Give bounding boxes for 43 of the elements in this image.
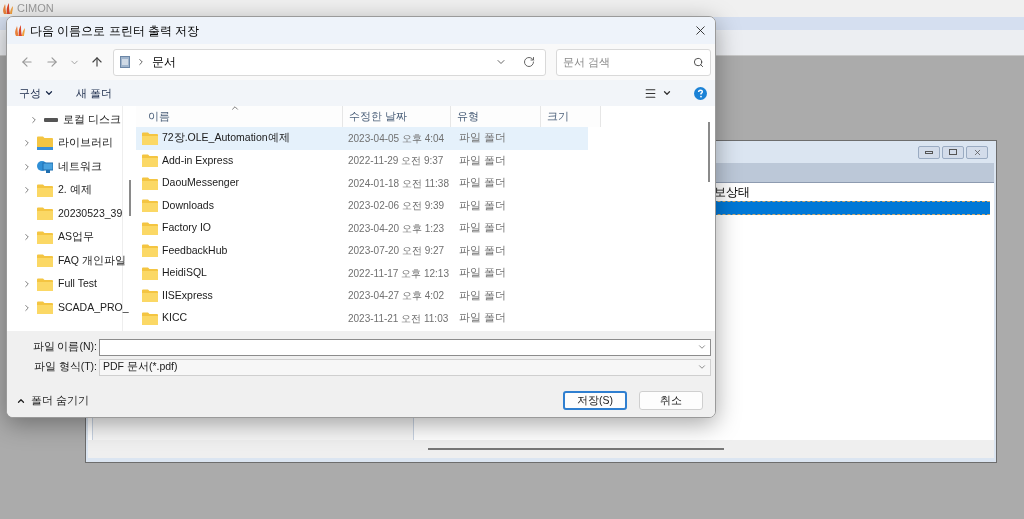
file-type: 파일 폴더 [458, 287, 507, 303]
modified-date: 2022-11-17 오후 12:13 [347, 266, 450, 281]
app-title: CIMON [17, 1, 54, 17]
file-name: FeedbackHub [162, 242, 228, 258]
file-name: Add-in Express [162, 152, 234, 168]
file-name: HeidiSQL [162, 265, 207, 281]
nav-tree-label: AS업무 [58, 229, 94, 245]
field-label: 파일 이름(N): [31, 339, 98, 355]
search-placeholder: 문서 검색 [563, 54, 612, 70]
file-name: DaouMessenger [162, 175, 240, 191]
modified-date: 2022-11-29 오전 9:37 [347, 154, 445, 169]
nav-tree-label: 라이브러리 [58, 135, 113, 151]
file-type: 파일 폴더 [458, 175, 507, 191]
file-name: Downloads [162, 197, 214, 213]
modified-date: 2023-07-20 오전 9:27 [347, 244, 446, 259]
file-type: 파일 폴더 [458, 310, 507, 326]
file-type: 파일 폴더 [458, 220, 507, 236]
modified-date: 2023-04-27 오후 4:02 [347, 289, 446, 304]
nav-tree-label: 2. 예제 [58, 182, 92, 198]
dialog-title: 다음 이름으로 프린터 출력 저장 [30, 22, 200, 40]
file-name: 72장.OLE_Automation예제 [162, 130, 290, 146]
file-type: 파일 폴더 [458, 152, 507, 168]
field-label: 파일 형식(T): [32, 359, 98, 375]
modified-date: 2023-04-05 오후 4:04 [347, 131, 446, 146]
modified-date: 2023-04-20 오후 1:23 [347, 221, 446, 236]
file-type: 파일 폴더 [458, 242, 507, 258]
address-path: 문서 [151, 54, 176, 71]
file-type: 파일 폴더 [458, 130, 507, 146]
column-header: 보상태 [714, 184, 750, 201]
nav-tree-label: Full Test [58, 276, 97, 292]
file-type: 파일 폴더 [458, 265, 507, 281]
nav-tree-label: 네트워크 [58, 158, 102, 174]
file-name: IISExpress [162, 287, 213, 303]
modified-date: 2023-11-21 오전 11:03 [347, 311, 450, 326]
modified-date: 2024-01-18 오전 11:38 [347, 176, 450, 191]
file-type: 파일 폴더 [458, 197, 507, 213]
file-name: Factory IO [162, 220, 211, 236]
nav-tree-label: 로컬 디스크 [63, 111, 121, 127]
file-name: KICC [162, 310, 188, 326]
modified-date: 2023-02-06 오전 9:39 [347, 199, 446, 214]
nav-tree-label: FAQ 개인파일 [58, 252, 126, 268]
nav-tree-label: 20230523_39 [58, 205, 123, 221]
nav-tree-label: SCADA_PRO_ [58, 299, 129, 315]
